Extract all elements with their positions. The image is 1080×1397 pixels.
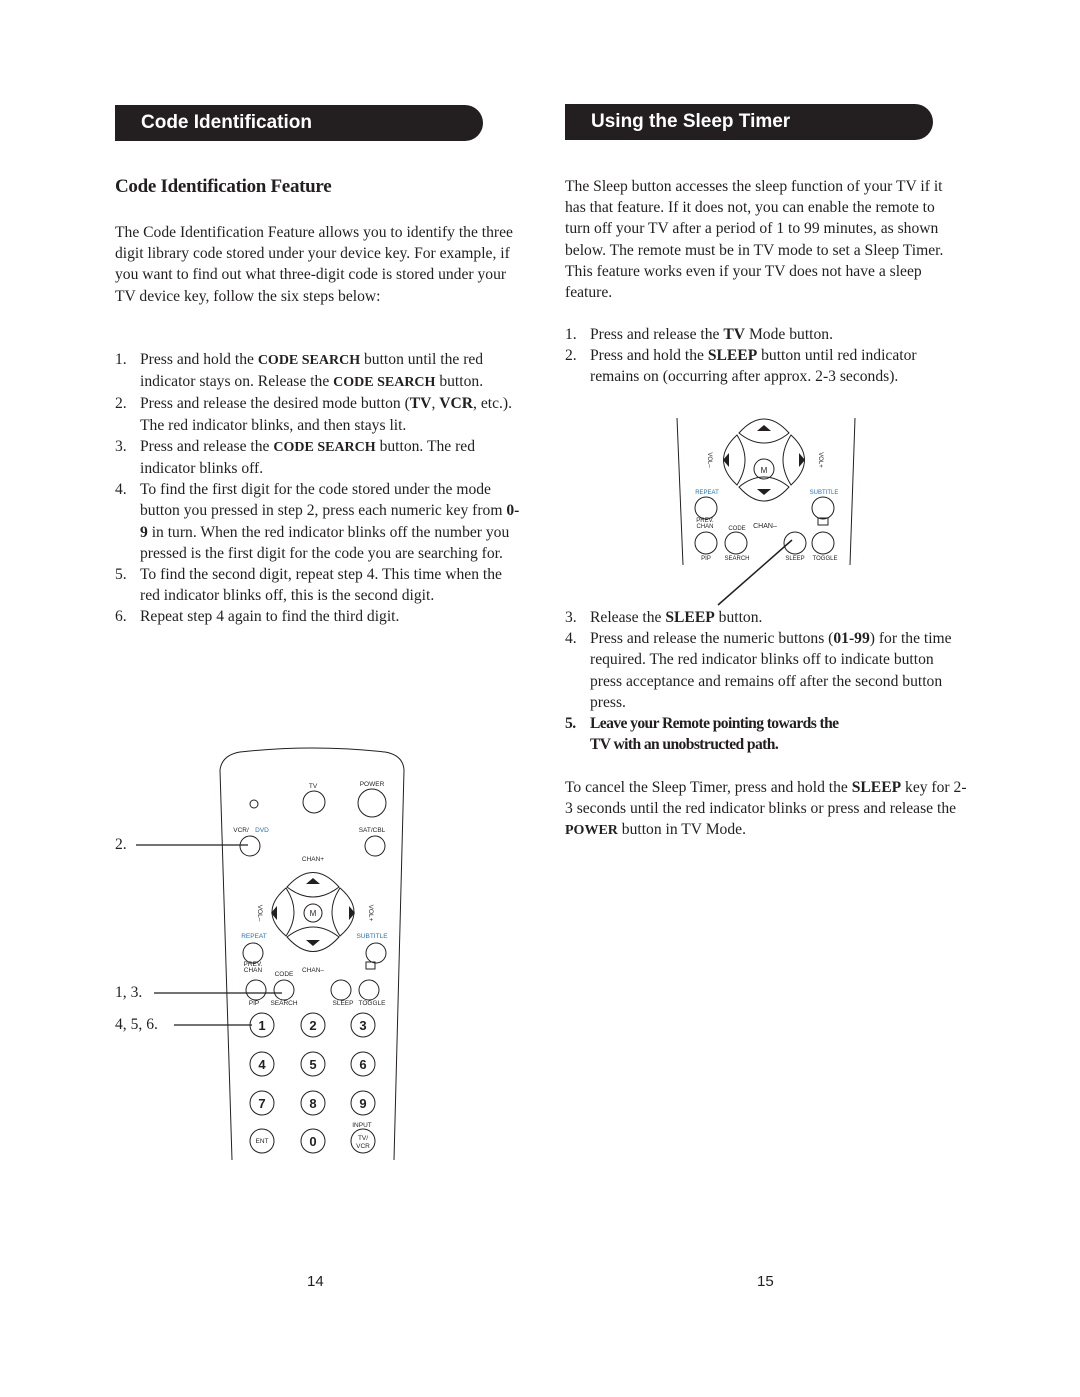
digit-1-label: 1	[258, 1018, 265, 1033]
chan-up-button	[286, 872, 340, 898]
power-term: POWER	[565, 823, 618, 839]
page-number-right: 15	[757, 1273, 774, 1290]
digit-6-label: 6	[359, 1057, 366, 1072]
tv-term: TV	[723, 326, 746, 343]
step-item: 2. Press and hold the SLEEP button until …	[565, 345, 965, 387]
banner-title: Using the Sleep Timer	[591, 111, 791, 132]
dvd-label: DVD	[255, 827, 269, 834]
step-number: 4.	[565, 630, 577, 648]
digit-0-label: 0	[309, 1134, 316, 1149]
step-text: button.	[714, 609, 763, 626]
digit-7-label: 7	[258, 1096, 265, 1111]
toggle-label: TOGGLE	[359, 1000, 387, 1007]
digit-9-label: 9	[359, 1096, 366, 1111]
vol-minus-label: VOL–	[256, 905, 263, 922]
section-banner-sleep-timer: Using the Sleep Timer	[565, 104, 933, 140]
step-text: Press and release the	[590, 326, 724, 343]
sleep-term: SLEEP	[851, 779, 902, 796]
repeat-label: REPEAT	[241, 933, 267, 940]
step-text: Release the	[590, 609, 666, 626]
digit-4-label: 4	[258, 1057, 266, 1072]
subtitle-label: SUBTITLE	[356, 933, 388, 940]
step-text: Press and hold the	[590, 347, 708, 365]
chan-down-button	[286, 926, 340, 952]
chan-minus-label: CHAN–	[302, 967, 324, 974]
tv-label: TV	[309, 783, 318, 790]
sat-cbl-label: SAT/CBL	[359, 827, 386, 834]
indicator-led	[249, 799, 259, 809]
sleep-steps-b: 3. Release the SLEEP button. 4. Press and …	[565, 607, 967, 755]
remote-outline-left	[219, 769, 233, 1161]
digit-3-label: 3	[359, 1018, 366, 1033]
tv-button	[302, 790, 326, 814]
step-number: 3.	[565, 609, 577, 626]
step-item: 4. Press and release the numeric buttons …	[565, 628, 967, 713]
cancel-text: button in TV Mode.	[617, 821, 746, 839]
step-text: Leave your Remote pointing towards the T…	[590, 715, 839, 754]
vcr-dvd-button	[239, 835, 261, 857]
code-label: CODE	[275, 971, 294, 978]
digit-8-label: 8	[309, 1096, 316, 1111]
step-text: Mode button.	[745, 326, 833, 343]
sleep-label: SLEEP	[333, 1000, 354, 1007]
step-text: Press and release the numeric buttons (	[590, 630, 834, 648]
sat-cbl-button	[364, 835, 386, 857]
toggle-button	[358, 979, 380, 1001]
sleep-button	[330, 979, 352, 1001]
repeat-prev-chan-button	[242, 942, 264, 964]
vol-plus-label: VOL+	[367, 905, 374, 922]
power-label: POWER	[360, 781, 385, 788]
subtitle-button	[365, 942, 387, 964]
vcr-label-2: VCR	[356, 1143, 370, 1150]
digit-5-label: 5	[309, 1057, 316, 1072]
cancel-paragraph: To cancel the Sleep Timer, press and hol…	[565, 777, 967, 842]
menu-label: M	[310, 909, 317, 918]
power-button	[357, 788, 387, 818]
sleep-steps-a: 1. Press and release the TV Mode button. …	[565, 324, 965, 388]
search-label: SEARCH	[270, 1000, 297, 1007]
pip-label: PIP	[249, 1000, 259, 1007]
sleep-intro-paragraph: The Sleep button accesses the sleep func…	[565, 178, 944, 302]
up-arrow-icon	[306, 878, 320, 884]
code-search-button	[273, 979, 295, 1001]
step-item: 3. Release the SLEEP button.	[565, 607, 967, 628]
step-item: 5. Leave your Remote pointing towards the…	[565, 713, 860, 755]
chan-plus-label: CHAN+	[302, 856, 324, 863]
pip-button	[245, 979, 267, 1001]
ent-label: ENT	[256, 1138, 269, 1145]
step-number: 2.	[565, 347, 577, 365]
input-label: INPUT	[352, 1122, 372, 1129]
tv-slash-label: TV/	[358, 1135, 368, 1142]
sleep-term: SLEEP	[665, 609, 715, 626]
chan-label: CHAN	[244, 967, 263, 974]
down-arrow-icon	[306, 940, 320, 946]
sleep-term: SLEEP	[707, 347, 758, 365]
step-number: 1.	[565, 326, 577, 343]
range-term: 01-99	[833, 630, 870, 648]
step-number: 5.	[565, 715, 576, 733]
step-item: 1. Press and release the TV Mode button.	[565, 324, 965, 345]
vcr-label: VCR/	[233, 827, 249, 834]
cancel-text: To cancel the Sleep Timer, press and hol…	[565, 779, 852, 796]
digit-2-label: 2	[309, 1018, 316, 1033]
page-number-left: 14	[307, 1273, 324, 1290]
